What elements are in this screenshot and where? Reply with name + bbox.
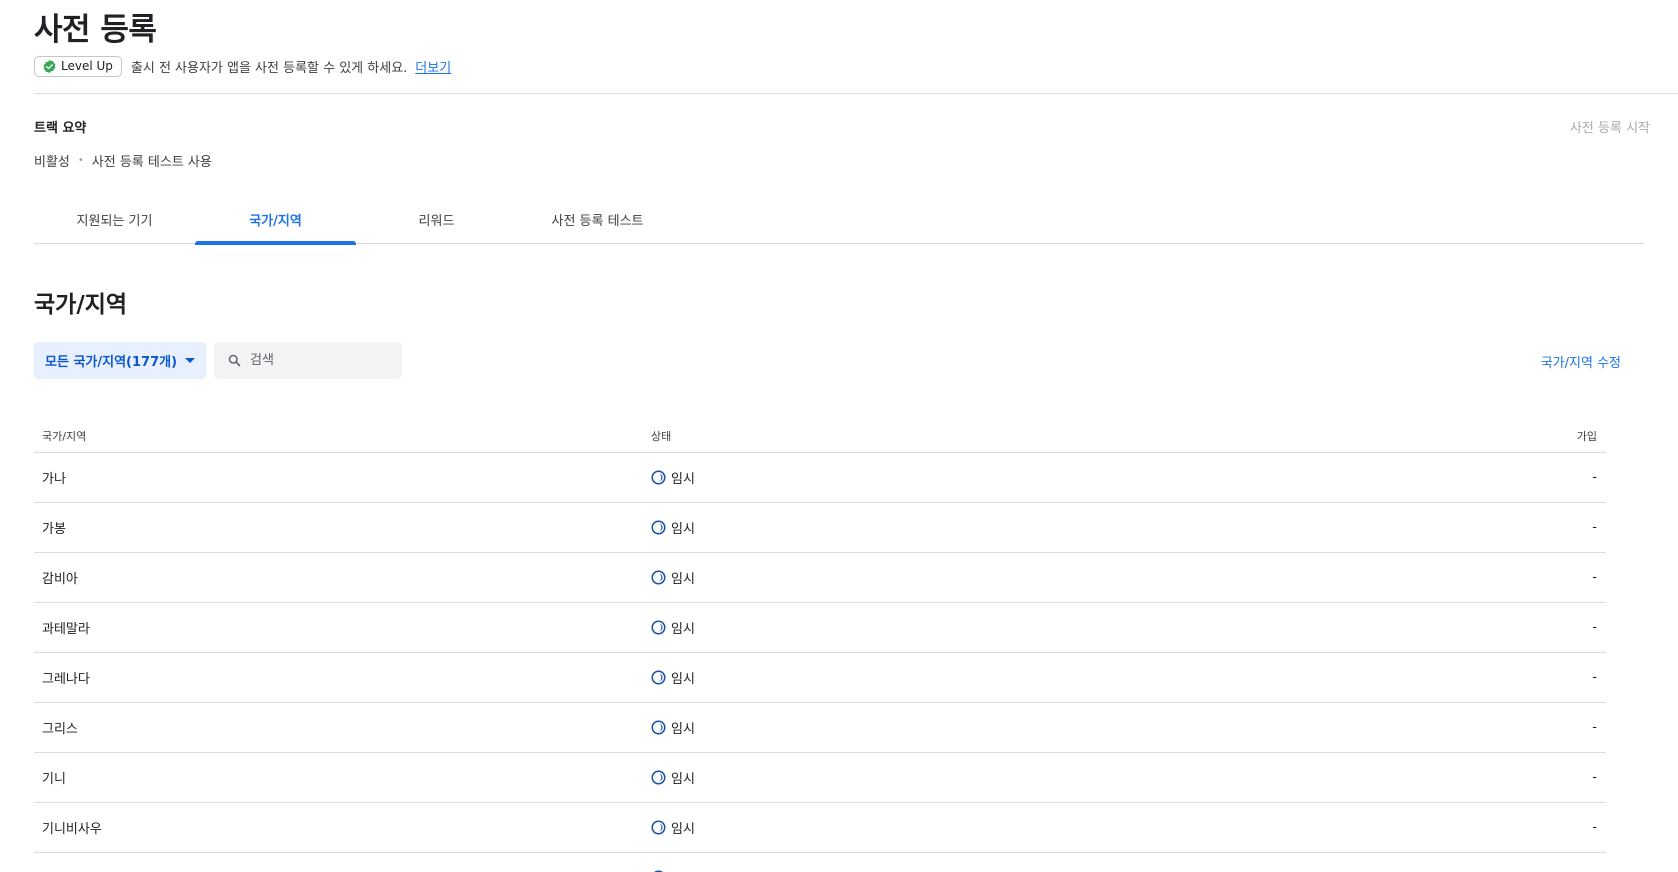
track-status: 비활성 xyxy=(34,155,70,170)
half-circle-status-icon xyxy=(651,620,666,635)
track-summary-title: 트랙 요약 xyxy=(34,121,87,136)
search-box xyxy=(214,342,402,379)
status-label: 임시 xyxy=(671,572,695,587)
status-label: 임시 xyxy=(671,772,695,787)
country-name: 그리스 xyxy=(42,722,78,737)
country-name: 과테말라 xyxy=(42,622,90,637)
filter-label: 모든 국가/지역(177개) xyxy=(45,355,178,370)
country-filter-dropdown[interactable]: 모든 국가/지역(177개) xyxy=(34,342,206,379)
table-row[interactable]: 가나 임시 - xyxy=(34,453,1606,503)
status-label: 임시 xyxy=(671,622,695,637)
country-name: 기니 xyxy=(42,772,66,787)
tab-bar: 지원되는 기기 국가/지역 리워드 사전 등록 테스트 xyxy=(34,206,1644,245)
badge-label: Level Up xyxy=(61,59,113,73)
header-status[interactable]: 상태 xyxy=(651,428,1544,444)
status-label: 임시 xyxy=(671,522,695,537)
status-label: 임시 xyxy=(671,822,695,837)
status-cell: 임시 xyxy=(651,568,1544,587)
country-name: 가나 xyxy=(42,472,66,487)
status-cell: 임시 xyxy=(651,468,1544,487)
status-label: 임시 xyxy=(671,868,695,872)
header-join[interactable]: 가입 xyxy=(1544,428,1606,444)
separator-dot: • xyxy=(77,155,84,166)
join-count: - xyxy=(1592,570,1597,585)
tab-pre-registration-test[interactable]: 사전 등록 테스트 xyxy=(517,206,678,244)
pre-registration-page: 사전 등록 Level Up 출시 전 사용자가 앱을 사전 등록할 수 있게 … xyxy=(0,0,1678,872)
table-row[interactable]: 나미비아 임시 - xyxy=(34,853,1606,872)
status-label: 임시 xyxy=(671,722,695,737)
status-label: 임시 xyxy=(671,472,695,487)
join-count: - xyxy=(1592,820,1597,835)
join-count: - xyxy=(1592,720,1597,735)
table-row[interactable]: 감비아 임시 - xyxy=(34,553,1606,603)
join-count: - xyxy=(1592,620,1597,635)
header-country[interactable]: 국가/지역 xyxy=(34,428,651,444)
search-input[interactable] xyxy=(250,353,390,368)
half-circle-status-icon xyxy=(651,470,666,485)
track-test-label: 사전 등록 테스트 사용 xyxy=(91,155,212,170)
join-count: - xyxy=(1592,670,1597,685)
country-name: 감비아 xyxy=(42,572,78,587)
half-circle-status-icon xyxy=(651,520,666,535)
half-circle-status-icon xyxy=(651,770,666,785)
table-row[interactable]: 기니 임시 - xyxy=(34,753,1606,803)
status-cell: 임시 xyxy=(651,668,1544,687)
country-name: 그레나다 xyxy=(42,672,90,687)
header-divider xyxy=(34,93,1678,94)
track-summary-meta: 비활성 • 사전 등록 테스트 사용 xyxy=(34,151,212,170)
status-cell: 임시 xyxy=(651,818,1544,837)
country-name: 가봉 xyxy=(42,522,66,537)
start-pre-registration-button[interactable]: 사전 등록 시작 xyxy=(1570,117,1650,136)
level-up-badge: Level Up xyxy=(34,55,122,77)
status-cell: 임시 xyxy=(651,618,1544,637)
half-circle-status-icon xyxy=(651,720,666,735)
half-circle-status-icon xyxy=(651,670,666,685)
join-count: - xyxy=(1592,520,1597,535)
status-cell: 임시 xyxy=(651,768,1544,787)
status-cell: 임시 xyxy=(651,718,1544,737)
tab-rewards[interactable]: 리워드 xyxy=(356,206,517,244)
caret-down-icon xyxy=(185,358,196,363)
table-row[interactable]: 그레나다 임시 - xyxy=(34,653,1606,703)
join-count: - xyxy=(1592,770,1597,785)
status-cell: 임시 xyxy=(651,868,1544,872)
half-circle-status-icon xyxy=(651,570,666,585)
table-row[interactable]: 그리스 임시 - xyxy=(34,703,1606,753)
tab-countries-regions[interactable]: 국가/지역 xyxy=(195,206,356,245)
page-description: 출시 전 사용자가 앱을 사전 등록할 수 있게 하세요. xyxy=(130,60,408,76)
countries-table: 국가/지역 상태 가입 가나 임시 - 가봉 임시 - 감비아 임시 - 과테말… xyxy=(34,420,1606,872)
table-row[interactable]: 가봉 임시 - xyxy=(34,503,1606,553)
table-row[interactable]: 기니비사우 임시 - xyxy=(34,803,1606,853)
status-cell: 임시 xyxy=(651,518,1544,537)
status-label: 임시 xyxy=(671,672,695,687)
page-title: 사전 등록 xyxy=(34,12,157,48)
table-row[interactable]: 과테말라 임시 - xyxy=(34,603,1606,653)
country-name: 기니비사우 xyxy=(42,822,102,837)
table-header: 국가/지역 상태 가입 xyxy=(34,420,1606,453)
section-title: 국가/지역 xyxy=(34,292,128,318)
half-circle-status-icon xyxy=(651,820,666,835)
tab-supported-devices[interactable]: 지원되는 기기 xyxy=(34,206,195,244)
country-name: 나미비아 xyxy=(34,868,651,872)
page-subtitle: Level Up 출시 전 사용자가 앱을 사전 등록할 수 있게 하세요. 더… xyxy=(34,55,451,77)
learn-more-link[interactable]: 더보기 xyxy=(415,57,451,76)
table-body: 가나 임시 - 가봉 임시 - 감비아 임시 - 과테말라 임시 - 그레나다 … xyxy=(34,453,1606,872)
search-icon xyxy=(227,353,242,368)
verified-badge-icon xyxy=(42,59,57,74)
edit-countries-link[interactable]: 국가/지역 수정 xyxy=(1541,352,1621,371)
join-count: - xyxy=(1592,470,1597,485)
